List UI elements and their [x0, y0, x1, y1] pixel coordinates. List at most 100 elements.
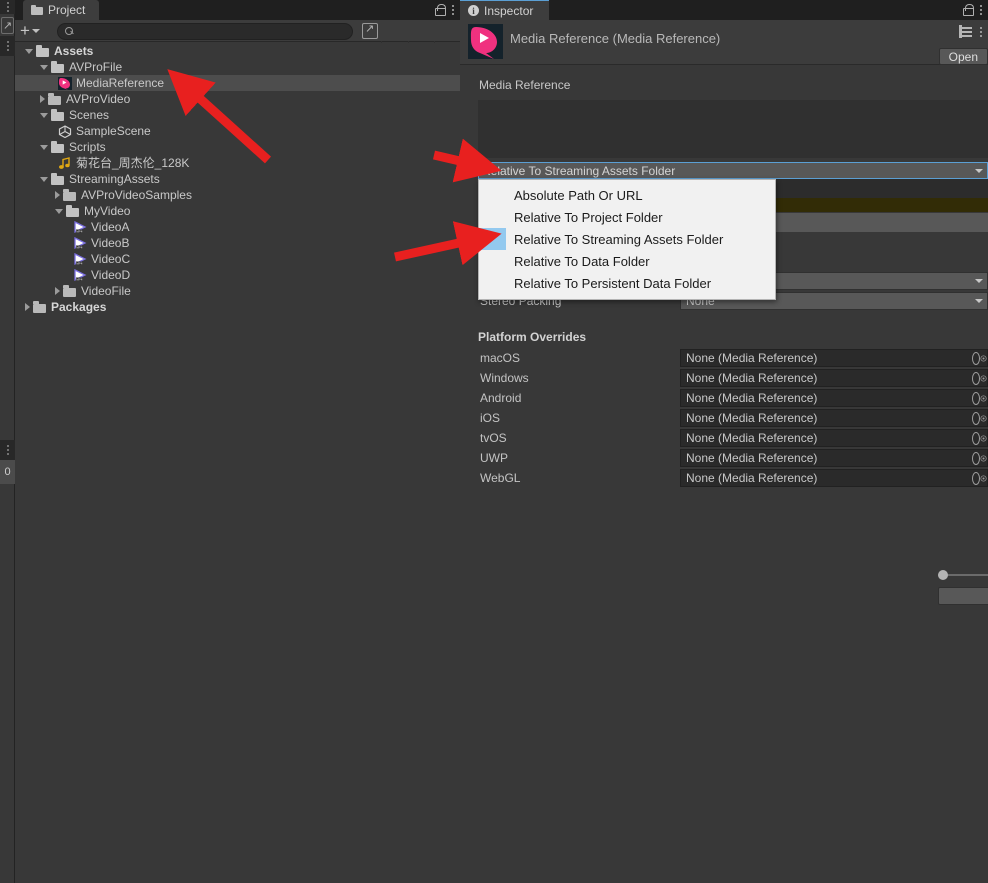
platform-override-object-field[interactable]: None (Media Reference): [680, 369, 988, 387]
inspector-header: Media Reference (Media Reference) Open: [460, 20, 988, 65]
asset-tree-row[interactable]: Scenes: [15, 107, 460, 123]
chevron-down-icon: [975, 279, 983, 283]
popup-menu-item[interactable]: ✓ Relative To Streaming Assets Folder: [479, 228, 775, 250]
path-type-dropdown[interactable]: Relative To Streaming Assets Folder: [478, 162, 988, 179]
twisty-closed-icon[interactable]: [55, 287, 60, 295]
asset-tree-row[interactable]: StreamingAssets: [15, 171, 460, 187]
asset-tree-row[interactable]: AVProFile: [15, 59, 460, 75]
lock-icon[interactable]: [962, 4, 974, 16]
asset-tree: Assets AVProFile MediaReference AVProVideo S…: [15, 43, 460, 883]
object-picker-icon[interactable]: [972, 390, 987, 406]
folder-solid-icon: [63, 285, 77, 298]
object-picker-icon[interactable]: [972, 370, 987, 386]
search-input[interactable]: [79, 24, 352, 39]
popup-menu-item[interactable]: Relative To Project Folder: [479, 206, 775, 228]
asset-tree-row[interactable]: 菊花台_周杰伦_128K: [15, 155, 460, 171]
asset-tree-label: VideoB: [91, 236, 130, 250]
platform-override-value: None (Media Reference): [686, 431, 818, 445]
platform-override-object-field[interactable]: None (Media Reference): [680, 349, 988, 367]
edge-kebab-mid-icon[interactable]: [0, 36, 15, 56]
twisty-open-icon[interactable]: [25, 48, 33, 54]
preset-settings-icon[interactable]: [959, 25, 972, 38]
folder-open-icon: [51, 141, 65, 154]
platform-override-value: None (Media Reference): [686, 371, 818, 385]
kebab-menu-icon[interactable]: [980, 25, 984, 38]
generate-thumbnail-button[interactable]: Generate Thumbnail: [938, 587, 988, 605]
platform-override-label: tvOS: [480, 431, 507, 445]
platform-override-label: Windows: [480, 371, 529, 385]
video-clip-icon: MP4: [73, 252, 87, 266]
folder-solid-icon: [48, 93, 62, 106]
platform-override-value: None (Media Reference): [686, 411, 818, 425]
asset-tree-row[interactable]: MyVideo: [15, 203, 460, 219]
object-picker-icon[interactable]: [972, 350, 987, 366]
asset-tree-row[interactable]: MP4 VideoB: [15, 235, 460, 251]
platform-override-object-field[interactable]: None (Media Reference): [680, 429, 988, 447]
tab-project[interactable]: Project: [23, 0, 100, 20]
platform-override-object-field[interactable]: None (Media Reference): [680, 409, 988, 427]
search-icon: [65, 27, 74, 36]
popup-menu-item-label: Relative To Data Folder: [514, 253, 650, 269]
twisty-open-icon[interactable]: [40, 112, 48, 118]
asset-tree-label: VideoFile: [81, 284, 131, 298]
platform-override-value: None (Media Reference): [686, 391, 818, 405]
platform-override-object-field[interactable]: None (Media Reference): [680, 469, 988, 487]
twisty-open-icon[interactable]: [40, 144, 48, 150]
asset-tree-label: 菊花台_周杰伦_128K: [76, 156, 190, 170]
path-type-popup-menu[interactable]: Absolute Path Or URL Relative To Project …: [478, 179, 776, 300]
open-button[interactable]: Open: [938, 48, 988, 65]
twisty-closed-icon[interactable]: [25, 303, 30, 311]
inspector-asset-title: Media Reference (Media Reference): [510, 31, 721, 46]
asset-tree-row[interactable]: VideoFile: [15, 283, 460, 299]
tab-inspector[interactable]: i Inspector: [460, 0, 550, 20]
asset-tree-row[interactable]: SampleScene: [15, 123, 460, 139]
video-clip-icon: MP4: [73, 236, 87, 250]
edge-kebab-top-icon[interactable]: [0, 0, 15, 14]
asset-tree-row[interactable]: MP4 VideoD: [15, 267, 460, 283]
asset-tree-row[interactable]: AVProVideo: [15, 91, 460, 107]
asset-tree-label: AVProVideo: [66, 92, 131, 106]
twisty-closed-icon[interactable]: [55, 191, 60, 199]
asset-tree-row[interactable]: MP4 VideoA: [15, 219, 460, 235]
project-toolbar: + 11: [15, 20, 468, 62]
create-asset-button[interactable]: +: [20, 22, 40, 39]
kebab-menu-icon[interactable]: [452, 4, 456, 17]
info-icon: i: [468, 5, 479, 16]
platform-override-row: WebGL None (Media Reference): [478, 468, 988, 488]
platform-override-label: WebGL: [480, 471, 521, 485]
unity-scene-icon: [58, 124, 72, 138]
twisty-open-icon[interactable]: [40, 64, 48, 70]
twisty-closed-icon[interactable]: [40, 95, 45, 103]
save-search-icon[interactable]: [362, 22, 378, 39]
asset-tree-row[interactable]: Assets: [15, 43, 460, 59]
media-reference-icon: [468, 24, 503, 59]
popup-menu-item[interactable]: Absolute Path Or URL: [479, 184, 775, 206]
object-picker-icon[interactable]: [972, 450, 987, 466]
asset-tree-row[interactable]: Packages: [15, 299, 460, 315]
media-preview-area: [478, 100, 988, 158]
svg-text:MP4: MP4: [76, 277, 83, 281]
checkmark-slot: [479, 184, 506, 206]
platform-override-object-field[interactable]: None (Media Reference): [680, 389, 988, 407]
object-picker-icon[interactable]: [972, 470, 987, 486]
popup-menu-item-label: Relative To Streaming Assets Folder: [514, 231, 724, 247]
popup-menu-item[interactable]: Relative To Data Folder: [479, 250, 775, 272]
object-picker-icon[interactable]: [972, 430, 987, 446]
asset-tree-row[interactable]: Scripts: [15, 139, 460, 155]
edge-kebab-lower-icon[interactable]: [0, 440, 15, 460]
thumbnail-slider-knob[interactable]: [938, 570, 948, 580]
twisty-open-icon[interactable]: [55, 208, 63, 214]
search-box[interactable]: [57, 23, 353, 40]
popup-menu-item-label: Relative To Persistent Data Folder: [514, 275, 712, 291]
asset-tree-row[interactable]: MediaReference: [15, 75, 460, 91]
asset-tree-row[interactable]: AVProVideoSamples: [15, 187, 460, 203]
lock-icon[interactable]: [434, 4, 446, 16]
platform-override-object-field[interactable]: None (Media Reference): [680, 449, 988, 467]
maximize-panel-icon[interactable]: ↗: [1, 17, 14, 34]
object-picker-icon[interactable]: [972, 410, 987, 426]
twisty-open-icon[interactable]: [40, 176, 48, 182]
asset-tree-row[interactable]: MP4 VideoC: [15, 251, 460, 267]
kebab-menu-icon[interactable]: [980, 4, 984, 17]
popup-menu-item[interactable]: Relative To Persistent Data Folder: [479, 272, 775, 294]
video-clip-icon: MP4: [73, 220, 87, 234]
